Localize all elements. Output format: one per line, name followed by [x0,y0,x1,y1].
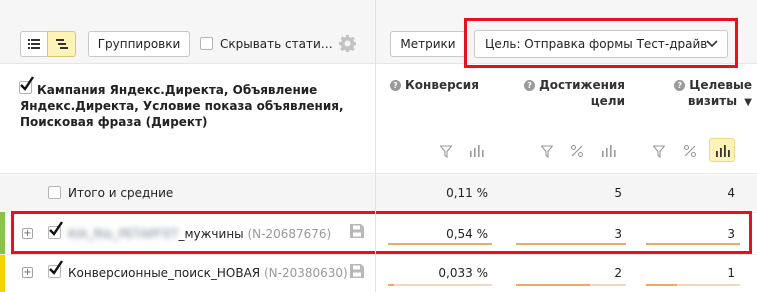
chart-toggle-active[interactable] [709,138,735,162]
metric-header-target-visits[interactable]: ? Целевые визиты ▼ [640,77,752,111]
bar-chart-icon [716,145,730,157]
metric-header-conversion[interactable]: ? Конверсия [390,77,480,93]
metric-target-visits-label: Целевые визиты [687,78,752,108]
tree-view-button[interactable] [47,31,76,57]
totals-label: Итого и средние [68,186,174,200]
list-view-button[interactable] [20,31,48,57]
bar-chart-icon[interactable] [602,145,616,157]
filter-icon[interactable] [440,145,452,158]
row-color-marker [0,255,5,292]
goal-select[interactable]: Цель: Отправка формы Тест-драйв [474,30,728,58]
row-name-suffix: _мужчины [178,227,244,241]
totals-goal-reaches: 5 [614,186,622,200]
checkmark-icon [20,76,34,91]
expand-row-button[interactable]: + [22,228,33,239]
totals-target-visits: 4 [727,186,735,200]
save-segment-icon[interactable] [350,224,364,238]
dimensions-header: Кампания Яндекс.Директа, Объявление Янде… [20,83,344,129]
totals-checkbox[interactable] [48,186,61,199]
metric-header-goal-reaches[interactable]: ? Достижения цели [510,77,625,109]
row-id: (N-20380630) [263,266,348,280]
metric-conversion-label: Конверсия [405,78,479,92]
row-goal-reaches: 2 [614,266,622,280]
target-visits-bar [646,243,740,245]
grouping-button[interactable]: Группировки [88,31,190,57]
tree-icon [55,39,68,49]
row-target-visits: 3 [727,227,735,241]
chevron-down-icon [706,40,718,48]
totals-conversion: 0,11 % [446,186,488,200]
row-name[interactable]: KIA_Rio_РЕТАРГЕТ_мужчины (N-20687676) [68,227,331,241]
hide-stats-label[interactable]: Скрывать стати… [220,37,333,51]
sort-desc-icon[interactable]: ▼ [744,97,752,108]
column-divider [375,0,376,292]
save-segment-icon[interactable] [350,264,364,278]
conversion-bar [388,284,394,286]
dimensions-select-all-checkbox[interactable] [19,76,34,94]
goal-reaches-bar [516,243,626,245]
bar-chart-icon[interactable] [470,145,484,157]
row-name[interactable]: Конверсионные_поиск_НОВАЯ (N-20380630) [68,266,348,280]
row-conversion: 0,033 % [438,266,488,280]
metrics-button[interactable]: Метрики [390,31,466,57]
conversion-bar [388,243,492,245]
row-checkbox[interactable] [48,221,63,239]
filter-icon[interactable] [653,145,665,158]
target-visits-bar [646,284,677,286]
row-name-redacted: KIA_Rio_РЕТАРГЕТ [68,227,179,241]
expand-row-button[interactable]: + [22,267,33,278]
row-conversion: 0,54 % [446,227,488,241]
checkmark-icon [49,260,63,275]
gear-icon[interactable] [339,35,356,52]
conversion-bar-track [388,284,492,286]
goal-select-value: Цель: Отправка формы Тест-драйв [485,37,708,51]
percent-icon[interactable] [684,145,696,157]
row-checkbox[interactable] [48,260,63,278]
goal-reaches-bar [516,284,590,286]
row-target-visits: 1 [727,266,735,280]
list-icon [28,39,40,49]
filter-icon[interactable] [541,145,553,158]
row-color-marker [0,212,5,254]
row-goal-reaches: 3 [614,227,622,241]
percent-icon[interactable] [571,145,583,157]
help-icon[interactable]: ? [524,80,536,91]
row-name-text: Конверсионные_поиск_НОВАЯ [68,266,261,280]
row-id: (N-20687676) [247,227,332,241]
hide-stats-checkbox[interactable] [200,37,213,50]
help-icon[interactable]: ? [674,80,686,91]
metric-goal-reaches-label: Достижения цели [539,78,625,108]
checkmark-icon [49,221,63,236]
help-icon[interactable]: ? [390,80,401,91]
